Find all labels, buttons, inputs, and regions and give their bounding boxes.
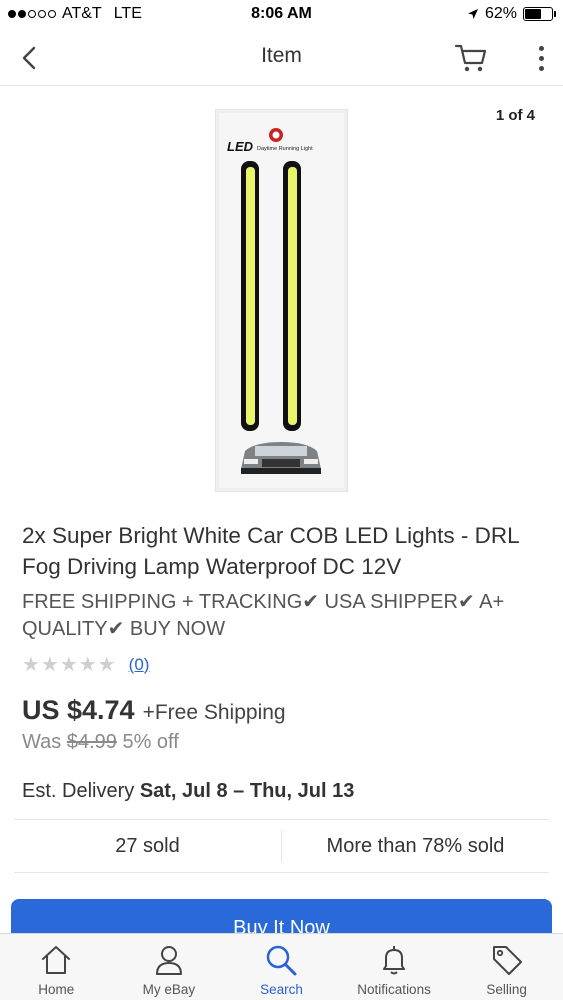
star-rating-icon: ★★★★★	[22, 654, 117, 676]
tag-icon	[492, 946, 522, 975]
bell-icon	[383, 946, 406, 975]
battery-percent: 62%	[484, 5, 517, 22]
tab-home[interactable]: Home	[0, 934, 113, 1000]
image-counter: 1 of 4	[495, 107, 535, 124]
search-icon	[267, 945, 297, 976]
tab-label: My eBay	[142, 982, 196, 997]
status-right: 62%	[467, 5, 556, 23]
sold-count: 27 sold	[115, 834, 180, 857]
more-options-button[interactable]	[533, 40, 549, 76]
image-gallery[interactable]: 1 of 4 LED Daytime Running Light	[0, 87, 563, 512]
tab-label: Selling	[486, 982, 527, 997]
location-arrow-icon	[467, 9, 478, 19]
tab-search[interactable]: Search	[225, 934, 338, 1000]
cart-icon	[454, 44, 487, 72]
discount: 5% off	[122, 731, 179, 753]
tab-label: Notifications	[357, 982, 431, 997]
cart-button[interactable]	[451, 40, 491, 76]
product-title: 2x Super Bright White Car COB LED Lights…	[22, 523, 519, 579]
price-row: US $4.74 +Free Shipping	[22, 695, 286, 726]
sold-stats: 27 sold More than 78% sold	[14, 819, 549, 873]
product-subtitle: FREE SHIPPING + TRACKING✔ USA SHIPPER✔ A…	[22, 591, 505, 640]
price: US $4.74	[22, 695, 135, 725]
reviews-link[interactable]: (0)	[129, 655, 150, 675]
original-price: $4.99	[66, 731, 117, 753]
delivery-dates: Sat, Jul 8 – Thu, Jul 13	[139, 780, 355, 802]
more-dot-icon	[538, 65, 544, 71]
tab-selling[interactable]: Selling	[450, 934, 563, 1000]
person-icon	[155, 946, 182, 975]
box-sublabel-text: Daytime Running Light	[257, 146, 313, 152]
more-dot-icon	[538, 45, 544, 51]
tab-notifications[interactable]: Notifications	[338, 934, 451, 1000]
battery-icon	[523, 7, 556, 21]
sold-percent: More than 78% sold	[326, 834, 505, 857]
tab-label: Search	[260, 982, 303, 997]
shipping-info: +Free Shipping	[142, 701, 286, 724]
was-price-row: Was $4.99 5% off	[22, 731, 179, 754]
tab-bar: Home My eBay Search Notifications Sellin…	[0, 933, 563, 1000]
tab-label: Home	[38, 982, 75, 997]
delivery-estimate: Est. Delivery Sat, Jul 8 – Thu, Jul 13	[22, 780, 354, 803]
box-logo-text: LED	[227, 139, 254, 154]
nav-header: Item	[0, 30, 563, 86]
tab-my-ebay[interactable]: My eBay	[113, 934, 226, 1000]
delivery-label: Est. Delivery	[22, 780, 135, 802]
status-bar: AT&T LTE 8:06 AM 62%	[0, 0, 563, 30]
product-image[interactable]: LED Daytime Running Light	[215, 109, 348, 492]
was-label: Was	[22, 731, 62, 753]
more-dot-icon	[538, 55, 544, 61]
rating: ★★★★★ (0)	[22, 652, 149, 677]
home-icon	[42, 946, 71, 974]
